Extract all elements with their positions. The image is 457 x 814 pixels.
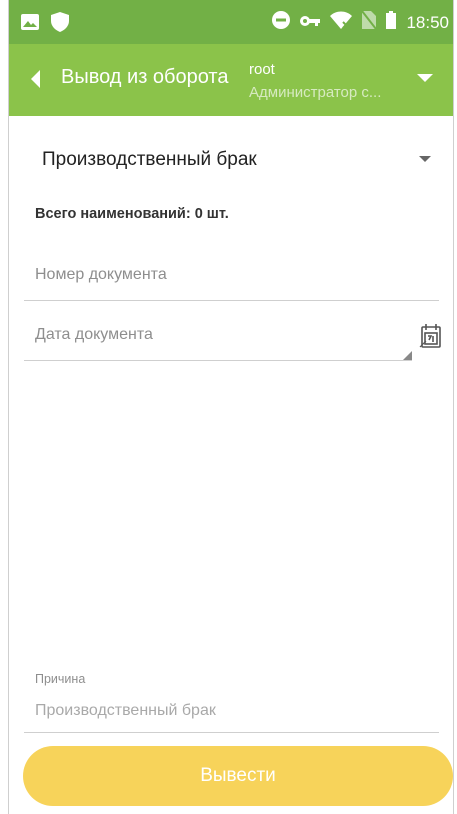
shield-icon xyxy=(51,12,69,37)
frame-left xyxy=(0,0,9,814)
document-number-placeholder: Номер документа xyxy=(35,266,167,283)
do-not-disturb-icon xyxy=(272,11,291,34)
withdraw-button[interactable]: Вывести xyxy=(23,746,453,806)
status-bar-left xyxy=(21,12,69,37)
calendar-icon[interactable] xyxy=(417,322,445,350)
document-date-field[interactable]: Дата документа xyxy=(24,314,412,361)
reason-field[interactable]: Производственный брак xyxy=(24,688,439,733)
frame-right xyxy=(453,0,457,814)
status-time: 18:50 xyxy=(406,12,449,32)
spinner-corner-icon xyxy=(403,351,412,360)
withdrawal-type-value: Производственный брак xyxy=(42,149,257,170)
page-title[interactable]: Вывод из оборота xyxy=(61,66,229,89)
reason-label: Причина xyxy=(35,672,86,686)
no-sim-icon xyxy=(361,10,378,34)
status-bar-right: 18:50 xyxy=(272,10,449,34)
withdrawal-type-select[interactable]: Производственный брак xyxy=(9,138,453,182)
total-items-label: Всего наименований: 0 шт. xyxy=(35,206,229,222)
user-dropdown-icon[interactable] xyxy=(417,74,433,82)
chevron-down-icon xyxy=(419,156,431,162)
withdraw-button-label: Вывести xyxy=(200,765,276,786)
key-icon xyxy=(300,14,321,32)
user-name[interactable]: root xyxy=(249,61,275,78)
image-icon xyxy=(21,14,39,35)
app-bar: Вывод из оборота root Администратор с... xyxy=(9,44,453,116)
battery-icon xyxy=(386,11,397,34)
document-number-field[interactable]: Номер документа xyxy=(24,254,439,301)
wifi-off-icon xyxy=(330,11,353,34)
document-date-placeholder: Дата документа xyxy=(35,326,153,343)
reason-value: Производственный брак xyxy=(35,702,216,719)
status-bar: 18:50 xyxy=(9,0,453,44)
back-arrow-icon[interactable] xyxy=(31,70,40,88)
user-role[interactable]: Администратор с... xyxy=(249,84,381,101)
